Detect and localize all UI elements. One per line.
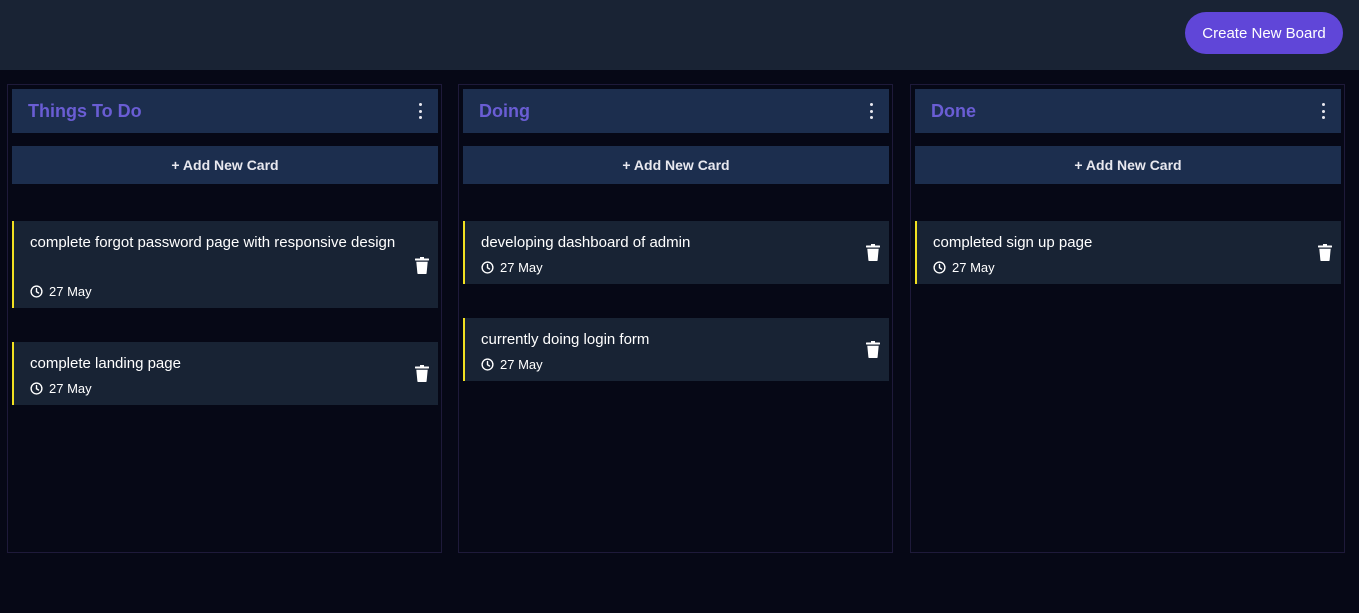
create-new-board-button[interactable]: Create New Board [1185, 12, 1343, 54]
card[interactable]: complete landing page 27 May [12, 342, 438, 405]
card-title: complete forgot password page with respo… [30, 234, 396, 251]
board-header: Things To Do [12, 89, 438, 133]
card[interactable]: developing dashboard of admin 27 May [463, 221, 889, 284]
card-date: 27 May [30, 381, 92, 396]
board-things-to-do: Things To Do + Add New Card complete for… [7, 84, 442, 553]
clock-icon [30, 285, 43, 298]
card-date-text: 27 May [500, 260, 543, 275]
clock-icon [481, 358, 494, 371]
card-title: currently doing login form [481, 331, 650, 348]
trash-icon[interactable] [865, 340, 881, 358]
top-bar: Create New Board [0, 0, 1359, 70]
card-title: completed sign up page [933, 234, 1093, 251]
board-title: Done [931, 100, 976, 121]
board-doing: Doing + Add New Card developing dashboar… [458, 84, 893, 553]
trash-icon[interactable] [865, 243, 881, 261]
card-date: 27 May [933, 260, 995, 275]
card[interactable]: complete forgot password page with respo… [12, 221, 438, 308]
card-date-text: 27 May [952, 260, 995, 275]
card[interactable]: currently doing login form 27 May [463, 318, 889, 381]
card-date-text: 27 May [49, 381, 92, 396]
card-date-text: 27 May [49, 284, 92, 299]
card[interactable]: completed sign up page 27 May [915, 221, 1341, 284]
board-header: Doing [463, 89, 889, 133]
trash-icon[interactable] [414, 364, 430, 382]
board-title: Things To Do [28, 100, 142, 121]
add-new-card-button[interactable]: + Add New Card [915, 146, 1341, 184]
card-date-text: 27 May [500, 357, 543, 372]
kebab-menu-icon[interactable] [414, 103, 426, 119]
add-new-card-button[interactable]: + Add New Card [463, 146, 889, 184]
board-header: Done [915, 89, 1341, 133]
clock-icon [933, 261, 946, 274]
clock-icon [481, 261, 494, 274]
clock-icon [30, 382, 43, 395]
add-new-card-button[interactable]: + Add New Card [12, 146, 438, 184]
trash-icon[interactable] [1317, 243, 1333, 261]
card-title: developing dashboard of admin [481, 234, 691, 251]
trash-icon[interactable] [414, 256, 430, 274]
card-date: 27 May [30, 284, 92, 299]
card-date: 27 May [481, 260, 543, 275]
card-date: 27 May [481, 357, 543, 372]
card-title: complete landing page [30, 355, 181, 372]
kebab-menu-icon[interactable] [865, 103, 877, 119]
board-done: Done + Add New Card completed sign up pa… [910, 84, 1345, 553]
kebab-menu-icon[interactable] [1317, 103, 1329, 119]
board-title: Doing [479, 100, 530, 121]
